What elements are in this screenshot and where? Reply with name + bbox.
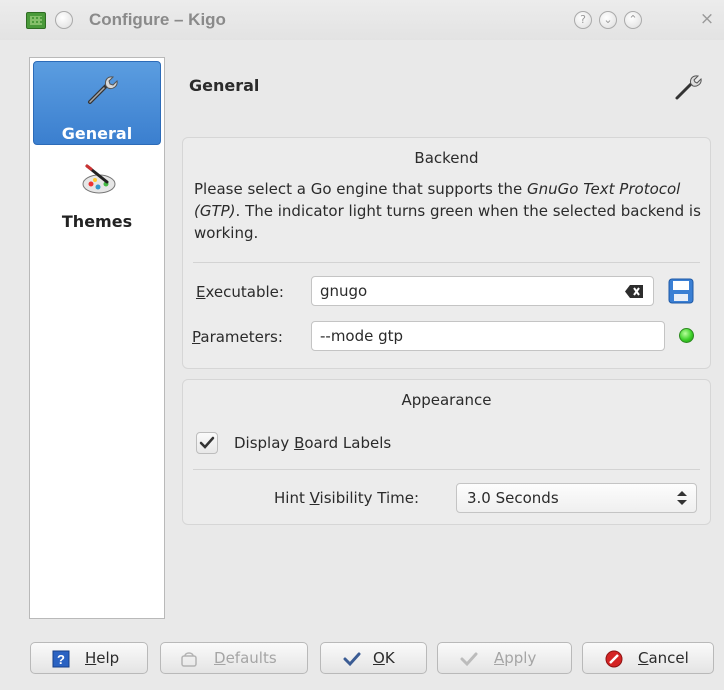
help-window-icon[interactable]: ? xyxy=(574,11,592,29)
status-indicator-light xyxy=(679,328,694,343)
page-title: General xyxy=(189,76,260,95)
executable-field[interactable]: gnugo xyxy=(311,276,654,306)
separator xyxy=(193,469,700,470)
sidebar-item-themes[interactable]: Themes xyxy=(33,150,161,234)
board-labels-checkbox[interactable] xyxy=(196,432,218,454)
sidebar-item-label: General xyxy=(61,124,133,143)
sidebar-item-label: Themes xyxy=(61,212,133,231)
group-title-backend: Backend xyxy=(414,149,479,167)
defaults-button-label: Defaults xyxy=(214,649,277,667)
ok-button-label: OK xyxy=(373,649,395,667)
checkmark-icon xyxy=(460,652,478,667)
description-text: Please select a Go engine that supports … xyxy=(194,180,528,198)
title-bar: Configure – Kigo ? ⌄ ⌃ × xyxy=(0,0,724,40)
executable-label: Executable: xyxy=(196,283,284,301)
window-menu-icon[interactable] xyxy=(55,11,73,29)
checkmark-icon xyxy=(343,652,361,667)
cancel-icon xyxy=(605,650,623,668)
restore-defaults-icon xyxy=(181,652,197,667)
backend-description: Please select a Go engine that supports … xyxy=(194,178,704,244)
wrench-icon xyxy=(88,76,118,104)
executable-value: gnugo xyxy=(320,282,368,300)
page-list-sidebar: General Themes xyxy=(29,57,165,619)
close-window-icon[interactable]: × xyxy=(698,11,716,29)
apply-button[interactable]: Apply xyxy=(437,642,572,674)
clear-text-icon[interactable] xyxy=(625,285,643,298)
hint-visibility-label: Hint Visibility Time: xyxy=(274,489,420,507)
browse-file-icon[interactable] xyxy=(667,277,695,305)
ok-button[interactable]: OK xyxy=(320,642,427,674)
defaults-button[interactable]: Defaults xyxy=(160,642,308,674)
kigo-app-icon[interactable] xyxy=(26,12,46,29)
wrench-icon xyxy=(675,75,702,100)
checkmark-icon xyxy=(199,436,215,449)
help-button-label: Help xyxy=(85,649,120,667)
cancel-button[interactable]: Cancel xyxy=(582,642,714,674)
separator xyxy=(193,262,700,263)
description-text: . The indicator light turns green when t… xyxy=(194,202,701,242)
group-title-appearance: Appearance xyxy=(401,391,492,409)
svg-text:?: ? xyxy=(57,652,65,667)
hint-visibility-select[interactable]: 3.0 Seconds xyxy=(456,483,697,513)
palette-icon xyxy=(82,164,116,194)
parameters-value: --mode gtp xyxy=(320,327,404,345)
minimize-icon[interactable]: ⌄ xyxy=(599,11,617,29)
maximize-icon[interactable]: ⌃ xyxy=(624,11,642,29)
hint-visibility-value: 3.0 Seconds xyxy=(467,489,559,507)
help-button[interactable]: ? Help xyxy=(30,642,148,674)
cancel-button-label: Cancel xyxy=(638,649,689,667)
window-title: Configure – Kigo xyxy=(89,10,226,29)
board-labels-label[interactable]: Display Board Labels xyxy=(234,434,391,452)
help-icon: ? xyxy=(52,650,70,668)
parameters-label: Parameters: xyxy=(192,328,283,346)
up-down-arrow-icon xyxy=(677,491,687,505)
apply-button-label: Apply xyxy=(494,649,537,667)
sidebar-item-general[interactable]: General xyxy=(33,61,161,145)
parameters-field[interactable]: --mode gtp xyxy=(311,321,665,351)
